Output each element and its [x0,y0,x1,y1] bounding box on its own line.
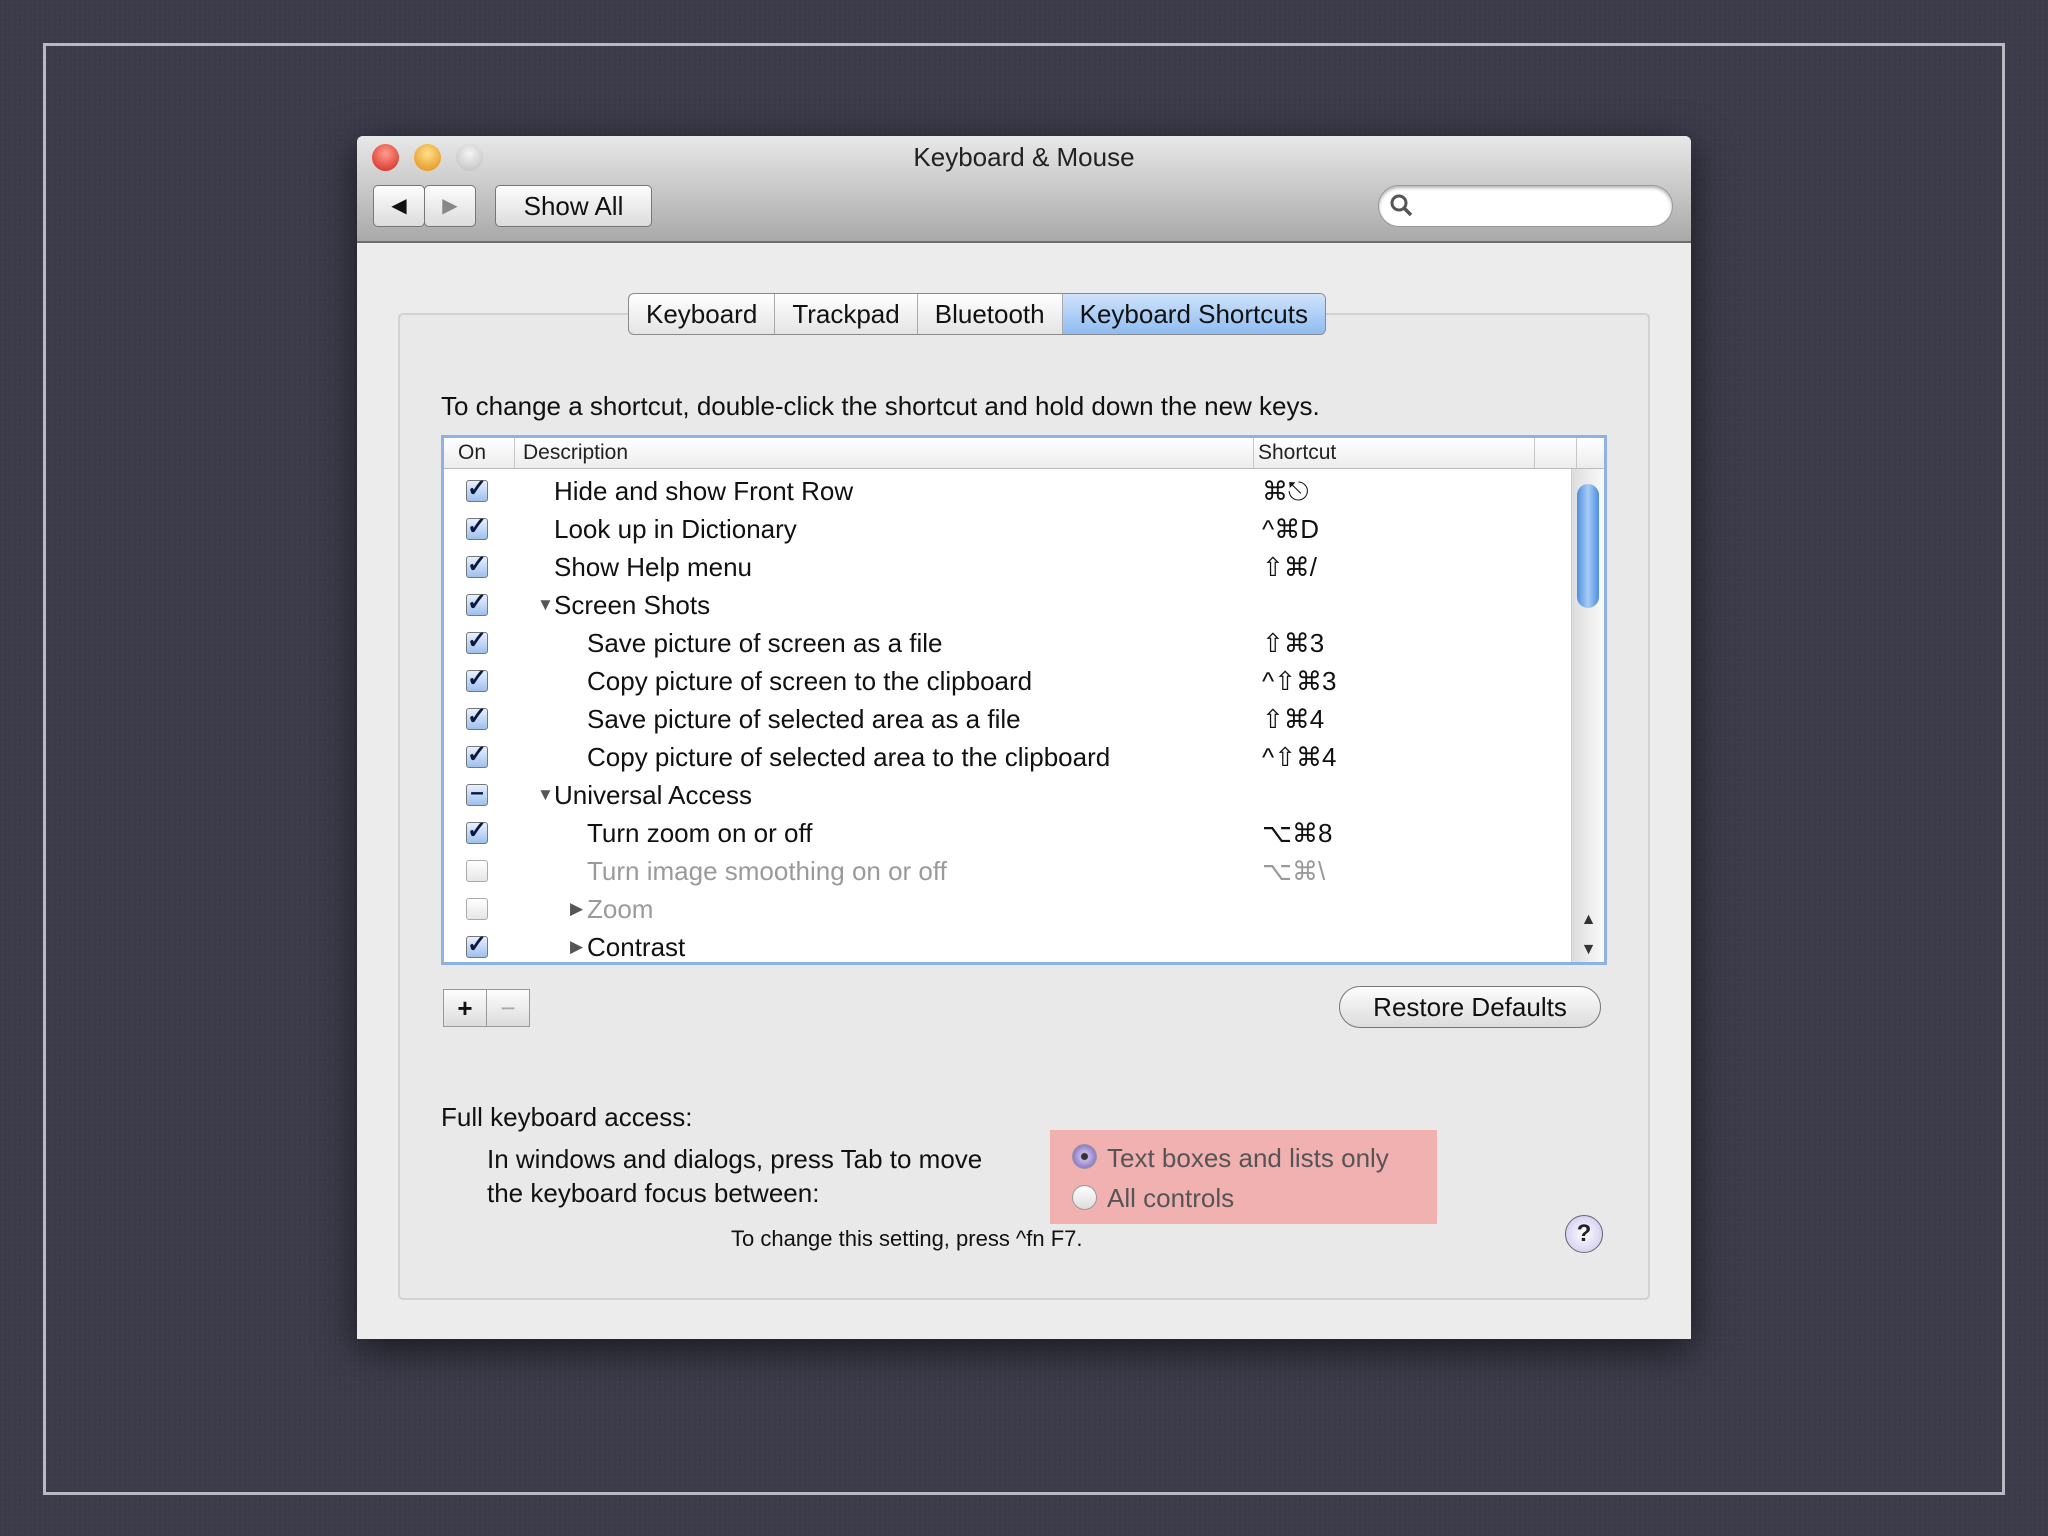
table-row[interactable]: ✓ Turn zoom on or off ⌥⌘8 [444,814,1574,852]
radio-text-boxes[interactable] [1072,1144,1097,1169]
row-description: Save picture of screen as a file [587,628,943,658]
back-icon: ◀ [391,195,407,217]
remove-shortcut-button[interactable]: − [486,989,530,1027]
restore-defaults-button[interactable]: Restore Defaults [1339,986,1601,1028]
table-row[interactable]: ✓ Show Help menu ⇧⌘/ [444,548,1574,586]
row-description: Hide and show Front Row [554,476,854,506]
disclosure-open-icon[interactable]: ▼ [537,586,554,624]
fka-description-line1: In windows and dialogs, press Tab to mov… [487,1144,983,1174]
radio-all-controls[interactable] [1072,1185,1097,1210]
checkbox-on[interactable]: ✓ [466,477,488,502]
search-icon [1390,194,1413,217]
toolbar: Keyboard & Mouse ◀ ▶ Show All [357,136,1691,243]
checkbox-off[interactable] [466,898,488,920]
table-row[interactable]: ✓ Copy picture of screen to the clipboard… [444,662,1574,700]
row-description: Show Help menu [554,552,752,582]
table-row[interactable]: ✓ ▶ Contrast [444,928,1574,962]
row-shortcut[interactable]: ⌥⌘\ [1262,852,1325,890]
row-description: Zoom [587,894,654,924]
row-shortcut[interactable]: ^⌘D [1262,510,1319,548]
table-row[interactable]: ✓ Save picture of selected area as a file… [444,700,1574,738]
row-shortcut[interactable]: ⇧⌘3 [1262,624,1324,662]
instruction-text: To change a shortcut, double-click the s… [441,391,1320,421]
disclosure-open-icon[interactable]: ▼ [537,776,554,814]
tab-bluetooth[interactable]: Bluetooth [918,294,1063,334]
checkbox-on[interactable]: ✓ [466,515,488,540]
table-row[interactable]: ✓ Look up in Dictionary ^⌘D [444,510,1574,548]
row-description: Screen Shots [554,590,711,620]
column-header-extra [1535,438,1577,468]
preferences-window: Keyboard & Mouse ◀ ▶ Show All Keyboard T… [357,136,1691,1339]
checkbox-on[interactable]: ✓ [466,705,488,730]
row-description: Turn zoom on or off [587,818,813,848]
full-keyboard-access-label: Full keyboard access: [441,1102,693,1132]
row-shortcut[interactable]: ⌘⎋ [1262,472,1309,510]
row-description: Universal Access [554,780,752,810]
checkbox-on[interactable]: ✓ [466,629,488,654]
row-shortcut[interactable]: ⌥⌘8 [1262,814,1332,852]
row-description: Contrast [587,932,686,962]
row-shortcut[interactable]: ^⇧⌘4 [1262,738,1336,776]
checkbox-on[interactable]: ✓ [466,667,488,692]
row-description: Look up in Dictionary [554,514,797,544]
help-button[interactable]: ? [1565,1215,1603,1253]
table-row[interactable]: ✓ Copy picture of selected area to the cl… [444,738,1574,776]
vertical-scrollbar[interactable]: ▲ ▼ [1571,469,1604,962]
scroll-down-arrow[interactable]: ▼ [1572,941,1604,959]
forward-button[interactable]: ▶ [424,185,476,227]
checkbox-on[interactable]: ✓ [466,553,488,578]
row-shortcut[interactable]: ^⇧⌘3 [1262,662,1336,700]
fka-note: To change this setting, press ^fn F7. [731,1226,1083,1251]
search-input[interactable] [1378,185,1673,227]
tab-trackpad[interactable]: Trackpad [775,294,918,334]
tab-keyboard-shortcuts[interactable]: Keyboard Shortcuts [1062,294,1325,334]
disclosure-closed-icon[interactable]: ▶ [570,928,583,962]
checkbox-off[interactable] [466,860,488,882]
row-shortcut[interactable]: ⇧⌘4 [1262,700,1324,738]
tab-bar: Keyboard Trackpad Bluetooth Keyboard Sho… [628,293,1326,335]
scroll-up-arrow[interactable]: ▲ [1572,911,1604,929]
table-row[interactable]: ✓ Save picture of screen as a file ⇧⌘3 [444,624,1574,662]
table-row[interactable]: – ▼ Universal Access [444,776,1574,814]
checkbox-on[interactable]: ✓ [466,933,488,958]
column-header-shortcut[interactable]: Shortcut [1254,438,1535,468]
back-button[interactable]: ◀ [373,185,425,227]
table-row[interactable]: ✓ ▼ Screen Shots [444,586,1574,624]
add-shortcut-button[interactable]: + [443,989,487,1027]
table-row[interactable]: Turn image smoothing on or off ⌥⌘\ [444,852,1574,890]
window-title: Keyboard & Mouse [913,142,1135,172]
checkbox-on[interactable]: ✓ [466,743,488,768]
row-description: Turn image smoothing on or off [587,856,947,886]
row-description: Copy picture of screen to the clipboard [587,666,1033,696]
table-row[interactable]: ✓ Hide and show Front Row ⌘⎋ [444,472,1574,510]
radio-label-all-controls[interactable]: All controls [1107,1183,1234,1214]
shortcuts-table[interactable]: On Description Shortcut ✓ Hide and show F… [441,435,1607,965]
checkbox-on[interactable]: ✓ [466,819,488,844]
show-all-button[interactable]: Show All [495,185,652,227]
checkbox-mixed[interactable]: – [466,781,488,806]
disclosure-closed-icon[interactable]: ▶ [570,890,583,928]
radio-label-text-boxes[interactable]: Text boxes and lists only [1107,1143,1389,1174]
row-description: Copy picture of selected area to the cli… [587,742,1111,772]
tab-keyboard[interactable]: Keyboard [629,294,776,334]
table-header: On Description Shortcut [444,438,1604,469]
row-shortcut[interactable]: ⇧⌘/ [1262,548,1317,586]
checkbox-on[interactable]: ✓ [466,591,488,616]
table-row[interactable]: ▶ Zoom [444,890,1574,928]
scroll-thumb[interactable] [1577,484,1599,608]
column-header-description[interactable]: Description [515,438,1254,468]
forward-icon: ▶ [442,195,458,217]
fka-description-line2: the keyboard focus between: [487,1178,820,1208]
row-description: Save picture of selected area as a file [587,704,1021,734]
column-header-on[interactable]: On [444,438,515,468]
